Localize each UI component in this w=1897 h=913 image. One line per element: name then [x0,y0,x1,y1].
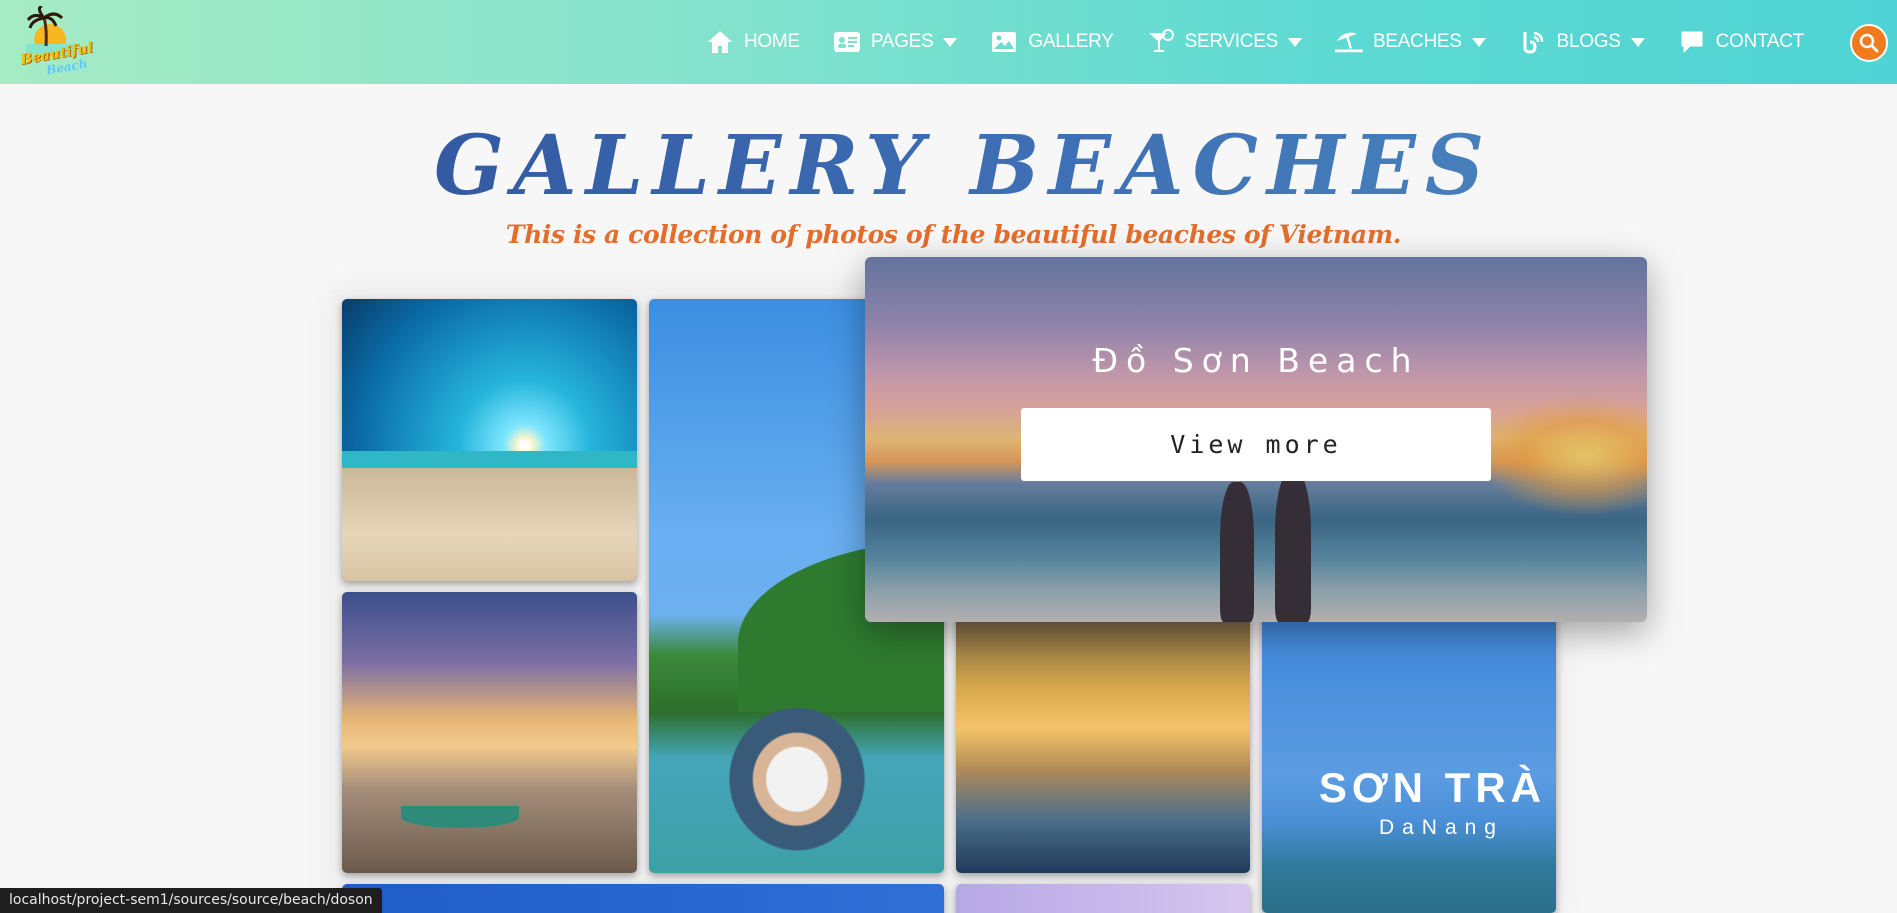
featured-beach-title: Đồ Sơn Beach [1092,341,1420,380]
nav-label-contact: CONTACT [1715,31,1805,52]
chevron-down-icon [1287,37,1302,47]
nav-label-beaches: BEACHES [1372,31,1462,52]
cocktail-icon [1147,29,1175,55]
page-subtitle: This is a collection of photos of the be… [505,220,1402,249]
photo-boat [401,805,519,829]
nav-label-services: SERVICES [1184,31,1279,52]
photo-people [678,654,915,862]
nav-item-home[interactable]: HOME [706,29,800,55]
comment-icon [1678,29,1706,55]
nav-menu: HOME PAGES GALLERY SERVICES BEACHES BLOG… [706,0,1837,84]
blog-icon [1519,29,1547,55]
site-logo[interactable]: Beautiful Beach [16,4,94,78]
gallery-photo-palm-beach[interactable] [342,299,637,581]
chevron-down-icon [1630,37,1645,47]
nav-item-gallery[interactable]: GALLERY [990,29,1114,55]
browser-status-bar: localhost/project-sem1/sources/source/be… [0,888,382,913]
chevron-down-icon [943,37,958,47]
page-title: GALLERY BEACHES [0,118,1897,214]
nav-item-contact[interactable]: CONTACT [1678,29,1804,55]
nav-item-blogs[interactable]: BLOGS [1519,29,1645,55]
gallery-photo-purple-sky[interactable] [956,884,1250,913]
nav-label-gallery: GALLERY [1028,31,1114,52]
search-button[interactable] [1850,24,1888,62]
photo-sea [342,451,637,469]
son-tra-subtitle: DaNang [1378,816,1504,839]
nav-label-pages: PAGES [870,31,934,52]
gallery-photo-salt-fields[interactable] [956,610,1250,873]
nav-item-services[interactable]: SERVICES [1147,29,1302,55]
gallery-photo-boat-sunset[interactable] [342,592,637,873]
umbrella-beach-icon [1334,29,1363,55]
home-icon [706,29,734,55]
gallery-featured-do-son[interactable]: Đồ Sơn Beach View more [865,257,1647,622]
son-tra-title: SƠN TRÀ [1318,764,1546,811]
view-more-button[interactable]: View more [1021,408,1491,481]
search-icon [1859,33,1879,53]
id-card-icon [833,29,861,55]
image-icon [990,29,1018,55]
nav-item-pages[interactable]: PAGES [833,29,958,55]
nav-item-beaches[interactable]: BEACHES [1334,29,1486,55]
nav-label-blogs: BLOGS [1556,31,1621,52]
nav-label-home: HOME [744,31,800,52]
gallery-photo-blue-sea[interactable] [342,884,944,913]
gallery-photo-son-tra[interactable]: SƠN TRÀ DaNang [1262,610,1556,913]
chevron-down-icon [1471,37,1486,47]
photo-sand [342,468,637,581]
navbar: Beautiful Beach HOME PAGES GALLERY SERVI… [0,0,1897,84]
